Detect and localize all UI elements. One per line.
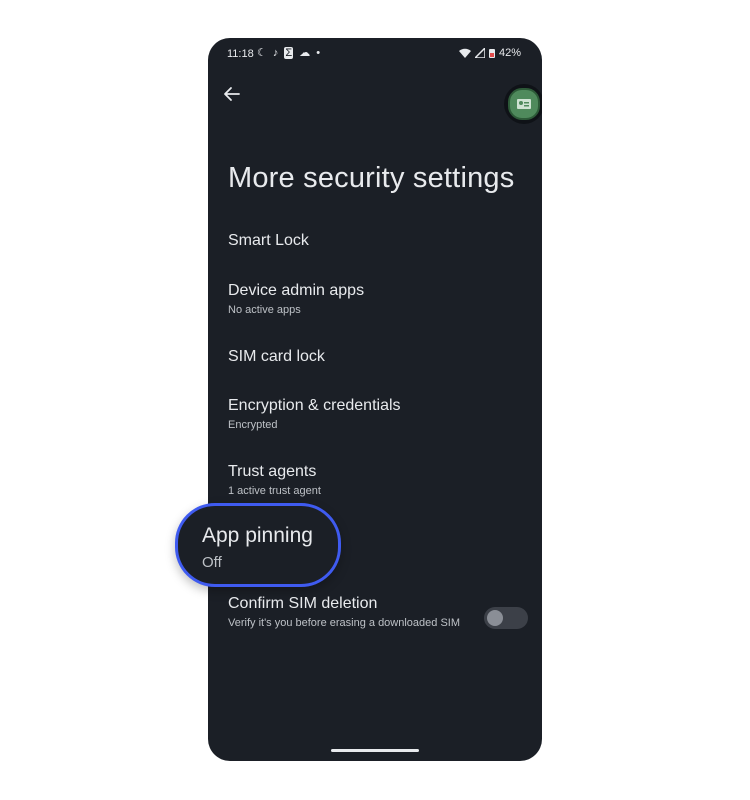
device-admin-apps-item[interactable]: Device admin apps No active apps (228, 281, 468, 317)
item-subtitle: 1 active trust agent (228, 485, 321, 497)
battery-percent: 42% (498, 47, 521, 59)
battery-icon (488, 49, 495, 58)
home-indicator[interactable] (331, 749, 419, 752)
status-icons-right: 42% (458, 47, 521, 59)
wifi-icon (458, 48, 471, 58)
status-time: 11:18 (227, 48, 254, 60)
avatar-button[interactable] (504, 84, 542, 124)
item-title: SIM card lock (228, 348, 325, 365)
item-title: Encryption & credentials (228, 397, 401, 414)
sim-card-lock-item[interactable]: SIM card lock (228, 347, 468, 367)
encryption-credentials-item[interactable]: Encryption & credentials Encrypted (228, 396, 468, 432)
tiktok-icon: ♪ (272, 47, 279, 59)
smart-lock-item[interactable]: Smart Lock (228, 231, 468, 251)
avatar (508, 88, 540, 120)
page-title: More security settings (228, 162, 515, 194)
trust-agents-item[interactable]: Trust agents 1 active trust agent (228, 462, 468, 498)
item-title: Trust agents (228, 463, 317, 480)
item-subtitle: Encrypted (228, 419, 278, 431)
cloud-icon: ☁ (299, 47, 311, 59)
item-title: App pinning (202, 524, 313, 547)
confirm-sim-deletion-toggle[interactable] (484, 607, 528, 629)
item-title: Confirm SIM deletion (228, 595, 378, 612)
sigma-icon: Σ (284, 47, 294, 59)
confirm-sim-deletion-item[interactable]: Confirm SIM deletion Verify it's you bef… (228, 594, 468, 630)
signal-icon (474, 48, 485, 58)
app-pinning-item[interactable]: App pinning Off (175, 503, 341, 587)
phone-screen: 11:18 ☾ ♪ Σ ☁ • 42% More security settin… (208, 38, 542, 761)
item-title: Smart Lock (228, 232, 309, 249)
back-button[interactable] (220, 82, 244, 106)
dot-icon: • (316, 47, 321, 59)
moon-icon: ☾ (257, 47, 267, 59)
status-bar: 11:18 ☾ ♪ Σ ☁ • 42% (208, 38, 542, 70)
toggle-knob (487, 610, 503, 626)
item-subtitle: Verify it's you before erasing a downloa… (228, 617, 461, 629)
arrow-left-icon (224, 87, 240, 101)
item-subtitle: No active apps (228, 304, 301, 316)
status-icons-left: ☾ ♪ Σ ☁ • (257, 47, 320, 59)
contact-card-icon (517, 99, 531, 109)
item-subtitle: Off (202, 554, 222, 571)
item-title: Device admin apps (228, 282, 365, 299)
